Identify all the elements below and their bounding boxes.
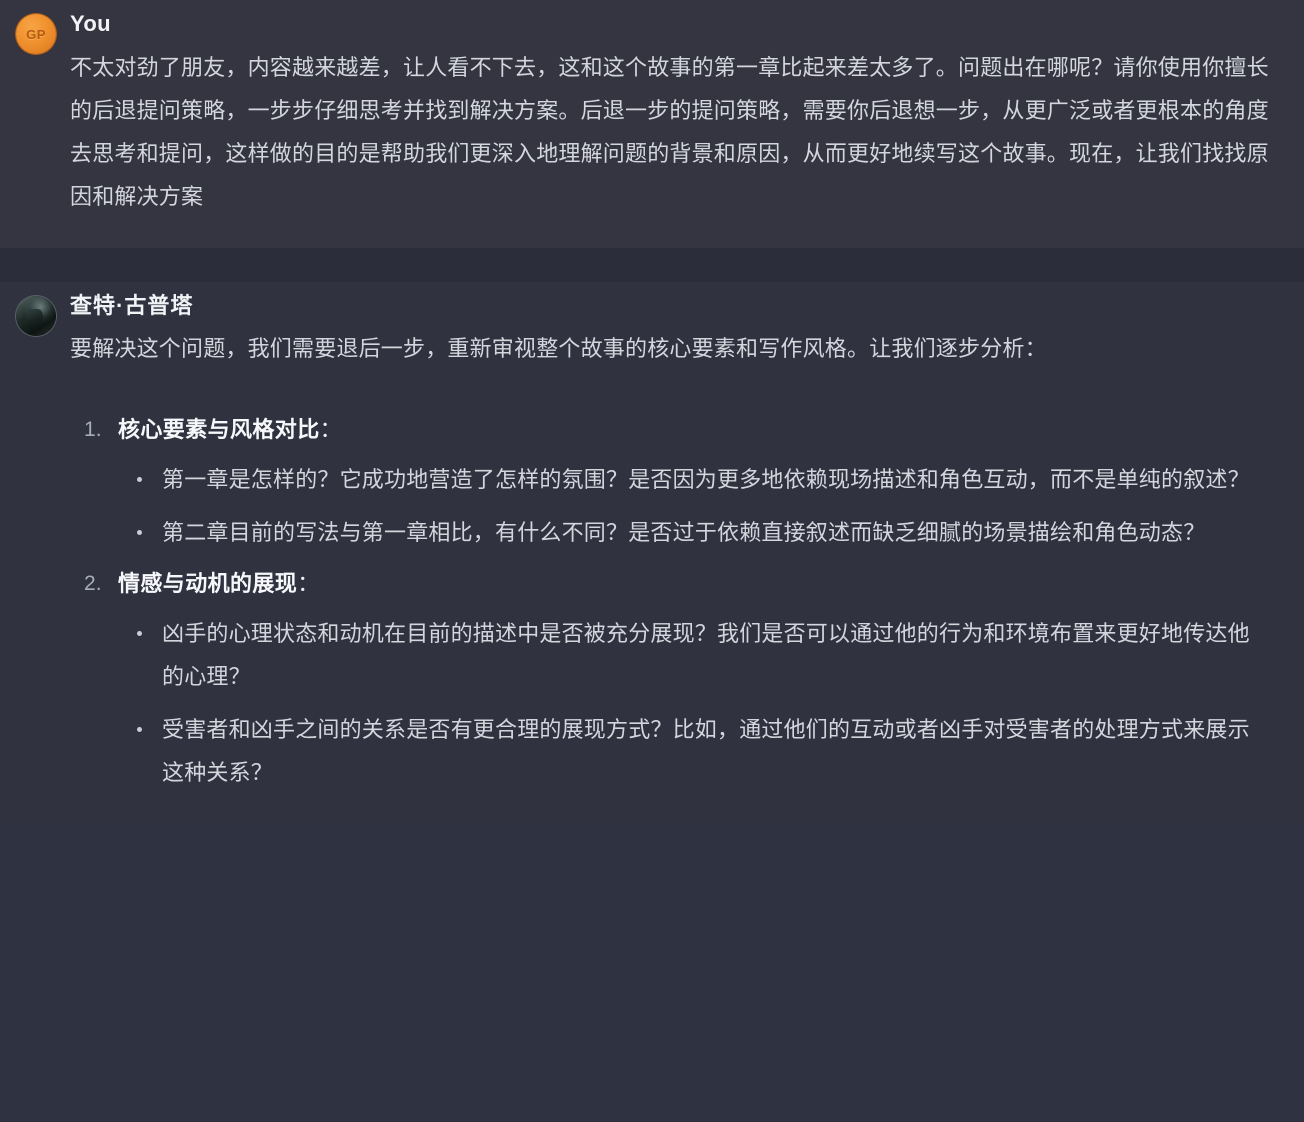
analysis-step-title-suffix: ： [319, 417, 343, 442]
analysis-step-title: 情感与动机的展现： [118, 564, 1270, 604]
user-message: GP You 不太对劲了朋友，内容越来越差，让人看不下去，这和这个故事的第一章比… [0, 0, 1304, 248]
user-avatar-icon[interactable]: GP [16, 14, 56, 54]
user-author-name: You [70, 11, 111, 36]
analysis-step-bullets: 第一章是怎样的？它成功地营造了怎样的氛围？是否因为更多地依赖现场描述和角色互动，… [118, 458, 1270, 554]
user-message-text: 不太对劲了朋友，内容越来越差，让人看不下去，这和这个故事的第一章比起来差太多了。… [70, 54, 1269, 209]
analysis-step-title: 核心要素与风格对比： [118, 410, 1270, 450]
list-item: 第一章是怎样的？它成功地营造了怎样的氛围？是否因为更多地依赖现场描述和角色互动，… [118, 458, 1270, 501]
avatar-initials: GP [26, 26, 46, 42]
assistant-author-name: 查特·古普塔 [70, 292, 194, 318]
assistant-avatar-column [10, 292, 70, 336]
assistant-intro-text: 要解决这个问题，我们需要退后一步，重新审视整个故事的核心要素和写作风格。让我们逐… [70, 336, 1047, 361]
assistant-message: 查特·古普塔 要解决这个问题，我们需要退后一步，重新审视整个故事的核心要素和写作… [0, 281, 1304, 824]
analysis-step: 情感与动机的展现： 凶手的心理状态和动机在目前的描述中是否被充分展现？我们是否可… [70, 564, 1270, 794]
list-item: 受害者和凶手之间的关系是否有更合理的展现方式？比如，通过他们的互动或者凶手对受害… [118, 708, 1270, 794]
analysis-step: 核心要素与风格对比： 第一章是怎样的？它成功地营造了怎样的氛围？是否因为更多地依… [70, 410, 1270, 554]
analysis-step-title-bold: 情感与动机的展现 [118, 571, 298, 596]
analysis-step-title-suffix: ： [297, 571, 320, 596]
chat-transcript: GP You 不太对劲了朋友，内容越来越差，让人看不下去，这和这个故事的第一章比… [0, 0, 1304, 824]
message-divider [0, 247, 1304, 282]
list-item: 第二章目前的写法与第一章相比，有什么不同？是否过于依赖直接叙述而缺乏细腻的场景描… [118, 511, 1270, 554]
assistant-avatar-icon[interactable] [16, 295, 56, 336]
user-avatar-column: GP [10, 10, 70, 54]
list-item: 凶手的心理状态和动机在目前的描述中是否被充分展现？我们是否可以通过他的行为和环境… [118, 612, 1270, 698]
assistant-avatar-image [16, 295, 56, 336]
analysis-step-list: 核心要素与风格对比： 第一章是怎样的？它成功地营造了怎样的氛围？是否因为更多地依… [70, 410, 1270, 794]
assistant-message-body: 查特·古普塔 要解决这个问题，我们需要退后一步，重新审视整个故事的核心要素和写作… [70, 292, 1274, 805]
analysis-step-bullets: 凶手的心理状态和动机在目前的描述中是否被充分展现？我们是否可以通过他的行为和环境… [118, 612, 1270, 794]
analysis-step-title-bold: 核心要素与风格对比 [118, 417, 320, 442]
user-message-body: You 不太对劲了朋友，内容越来越差，让人看不下去，这和这个故事的第一章比起来差… [70, 10, 1274, 218]
